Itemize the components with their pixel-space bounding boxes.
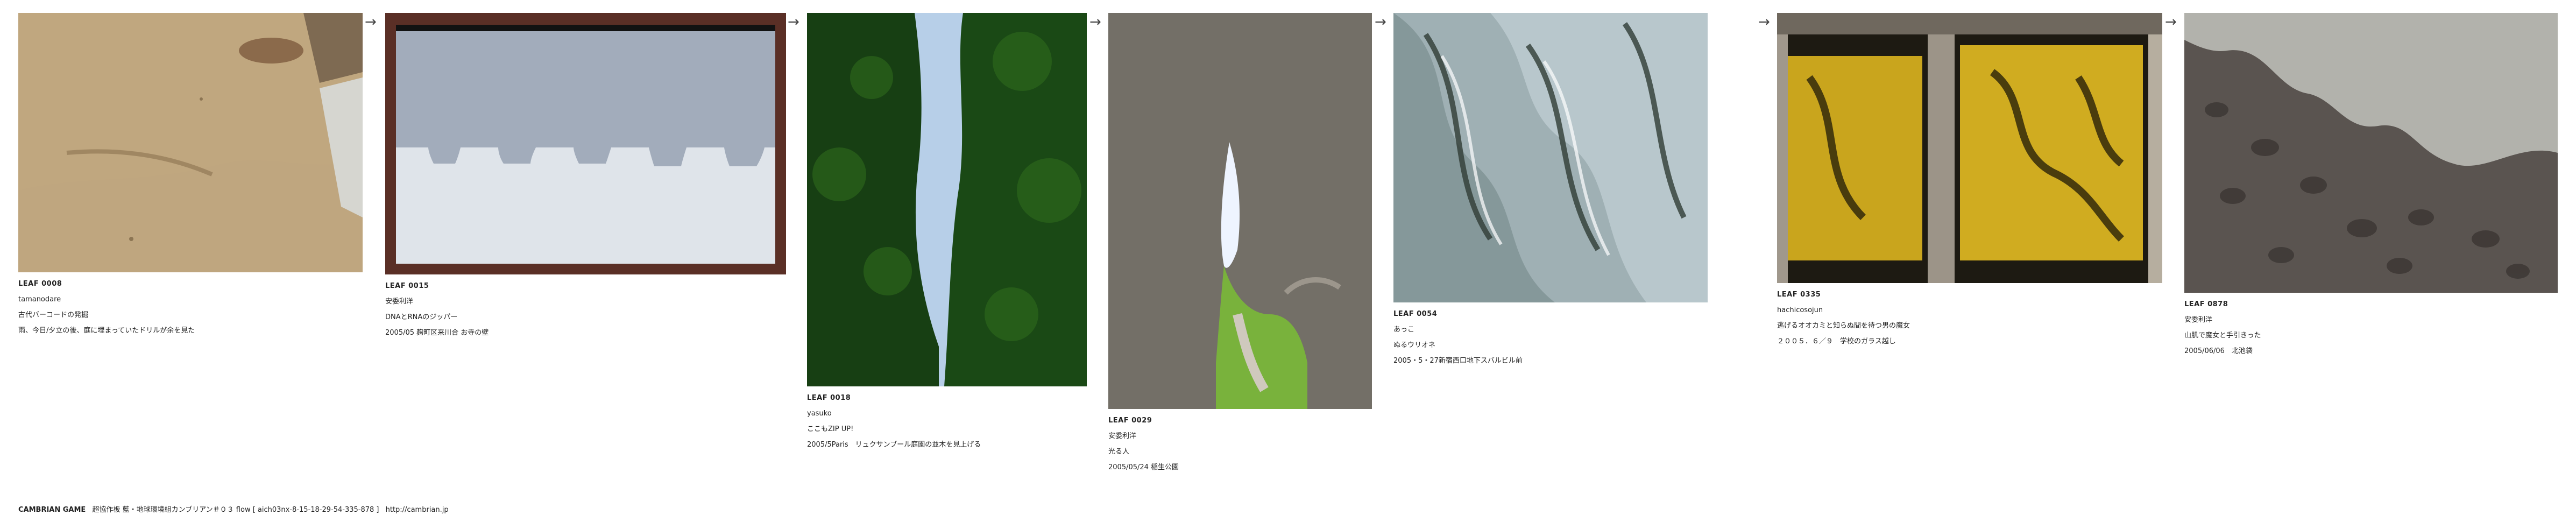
leaf-comment: 2005/05/24 稲生公園 — [1108, 463, 1179, 471]
leaf-0054[interactable]: LEAF 0054 あっこ ぬるウリオネ 2005・5・27新宿西口地下スバルビ… — [1393, 13, 1708, 372]
leaf-0029-photo[interactable] — [1108, 13, 1372, 409]
leaf-0054-photo[interactable] — [1393, 13, 1708, 302]
arrow-right-icon: → — [788, 14, 799, 30]
footer: CAMBRIAN GAME 超協作板 藍・地球環境組カンブリアン＃０３ flow… — [18, 504, 453, 514]
leaf-id: LEAF 0018 — [807, 394, 851, 402]
leaf-author[interactable]: yasuko — [807, 410, 1087, 418]
leaf-id: LEAF 0054 — [1393, 310, 1438, 318]
leaf-author[interactable]: 安委利洋 — [2184, 316, 2558, 325]
leaf-author[interactable]: tamanodare — [18, 295, 363, 304]
leaf-comment: ２００５．６／９ 学校のガラス越し — [1777, 337, 1896, 345]
leaf-0335[interactable]: LEAF 0335 hachicosojun 逃げるオオカミと知らぬ間を待つ男の… — [1777, 13, 2162, 353]
leaf-title: 逃げるオオカミと知らぬ間を待つ男の魔女 — [1777, 322, 1910, 330]
leaf-title: DNAとRNAのジッパー — [385, 313, 458, 321]
leaf-comment: 2005・5・27新宿西口地下スバルビル前 — [1393, 357, 1523, 365]
leaf-title: 山肌で魔女と手引きった — [2184, 331, 2261, 340]
leaf-0008[interactable]: LEAF 0008 tamanodare 古代バーコードの発掘 雨、今日/夕立の… — [18, 13, 363, 342]
leaf-0015[interactable]: LEAF 0015 安委利洋 DNAとRNAのジッパー 2005/05 麹町区来… — [385, 13, 786, 344]
leaf-comment: 2005/5Paris リュクサンブール庭園の並木を見上げる — [807, 441, 981, 449]
leaf-id: LEAF 0015 — [385, 282, 429, 290]
leaf-0878-photo[interactable] — [2184, 13, 2558, 293]
leaf-0018[interactable]: LEAF 0018 yasuko ここもZIP UP! 2005/5Paris … — [807, 13, 1087, 456]
footer-credits: 超協作板 藍・地球環境組カンブリアン＃０３ flow [ aich03nx-8-… — [92, 506, 379, 514]
leaf-0878[interactable]: LEAF 0878 安委利洋 山肌で魔女と手引きった 2005/06/06 北池… — [2184, 13, 2558, 363]
leaf-0029[interactable]: LEAF 0029 安委利洋 光る人 2005/05/24 稲生公園 — [1108, 13, 1372, 479]
leaf-comment: 2005/06/06 北池袋 — [2184, 347, 2253, 355]
leaf-title: ぬるウリオネ — [1393, 341, 1436, 349]
leaf-title: 光る人 — [1108, 448, 1130, 456]
leaf-0018-photo[interactable] — [807, 13, 1087, 386]
leaf-author[interactable]: 安委利洋 — [1108, 432, 1372, 441]
leaf-author[interactable]: 安委利洋 — [385, 298, 786, 306]
footer-url-link[interactable]: http://cambrian.jp — [386, 506, 449, 514]
arrow-right-icon: → — [1089, 14, 1101, 30]
leaf-comment: 雨、今日/夕立の後、庭に埋まっていたドリルが余を見た — [18, 327, 195, 335]
leaf-id: LEAF 0335 — [1777, 291, 1821, 299]
leaf-author[interactable]: hachicosojun — [1777, 306, 2162, 315]
footer-brand: CAMBRIAN GAME — [18, 506, 86, 514]
leaf-title: ここもZIP UP! — [807, 425, 854, 433]
leaf-id: LEAF 0878 — [2184, 300, 2228, 308]
arrow-right-icon: → — [365, 14, 377, 30]
leaf-0335-photo[interactable] — [1777, 13, 2162, 283]
leaf-title: 古代バーコードの発掘 — [18, 311, 89, 319]
leaf-id: LEAF 0029 — [1108, 417, 1152, 425]
arrow-right-icon: → — [2165, 14, 2177, 30]
arrow-right-icon: → — [1375, 14, 1386, 30]
leaf-author[interactable]: あっこ — [1393, 326, 1708, 334]
leaf-0015-photo[interactable] — [385, 13, 786, 274]
arrow-right-icon: → — [1758, 14, 1770, 30]
leaf-0008-photo[interactable] — [18, 13, 363, 272]
leaf-comment: 2005/05 麹町区来川合 お寺の壁 — [385, 329, 489, 337]
leaf-id: LEAF 0008 — [18, 280, 62, 288]
